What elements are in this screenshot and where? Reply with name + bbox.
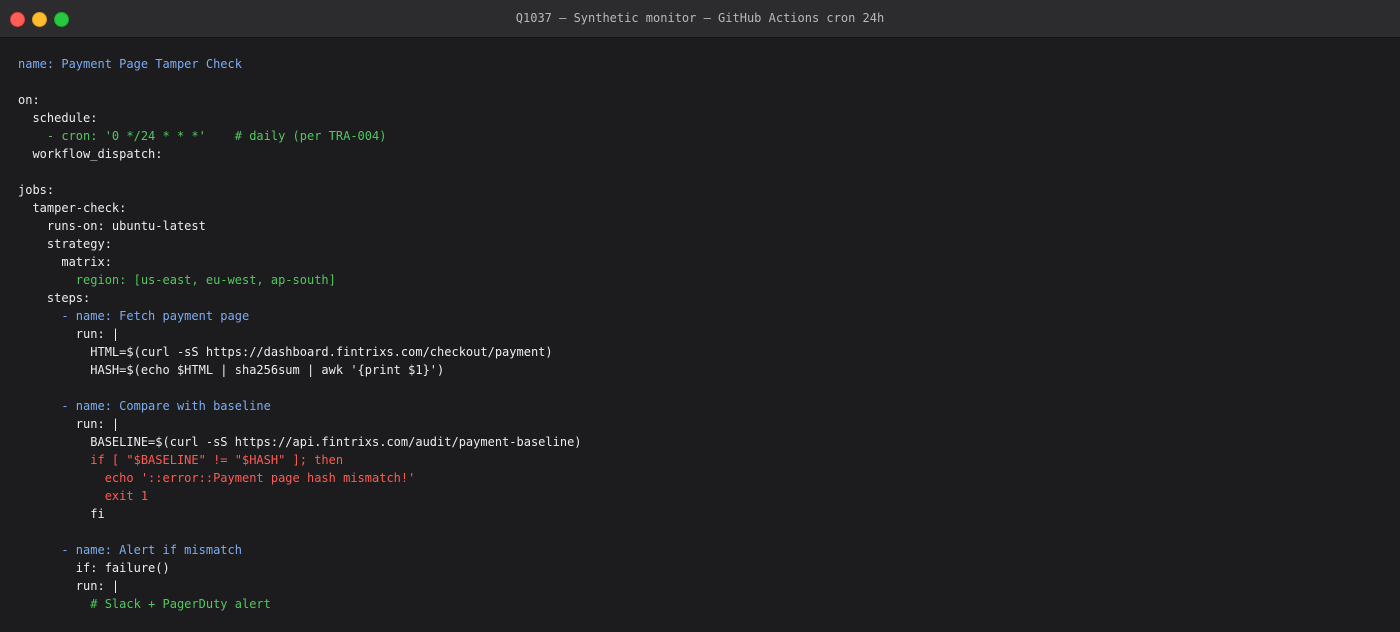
code-line: runs-on: ubuntu-latest xyxy=(18,219,206,233)
code-line: name: Payment Page Tamper Check xyxy=(18,57,242,71)
code-line: if: failure() xyxy=(18,561,170,575)
code-line: run: | xyxy=(18,579,120,593)
code-line: echo '::error::Payment page hash mismatc… xyxy=(18,471,416,485)
code-line: run: | xyxy=(18,327,120,341)
code-view[interactable]: name: Payment Page Tamper Check on: sched… xyxy=(0,38,1400,632)
code-line: workflow_dispatch: xyxy=(18,147,163,161)
code-line: exit 1 xyxy=(18,489,149,503)
code-line: region: [us-east, eu-west, ap-south] xyxy=(18,273,336,287)
code-line: - name: Fetch payment page xyxy=(18,309,250,323)
title-bar[interactable]: Q1037 — Synthetic monitor — GitHub Actio… xyxy=(0,0,1400,38)
code-line: schedule: xyxy=(18,111,98,125)
code-line: strategy: xyxy=(18,237,112,251)
code-line: # Slack + PagerDuty alert xyxy=(18,597,271,611)
code-line: fi xyxy=(18,507,105,521)
code-line: tamper-check: xyxy=(18,201,127,215)
code-line: run: | xyxy=(18,417,120,431)
code-line: on: xyxy=(18,93,40,107)
code-line: - name: Alert if mismatch xyxy=(18,543,242,557)
code-line: jobs: xyxy=(18,183,55,197)
code-line: - cron: '0 */24 * * *' # daily (per TRA-… xyxy=(18,129,387,143)
code-line: if [ "$BASELINE" != "$HASH" ]; then xyxy=(18,453,344,467)
code-line: matrix: xyxy=(18,255,112,269)
terminal-window: Q1037 — Synthetic monitor — GitHub Actio… xyxy=(0,0,1400,632)
code-line: HASH=$(echo $HTML | sha256sum | awk '{pr… xyxy=(18,363,445,377)
code-line: HTML=$(curl -sS https://dashboard.fintri… xyxy=(18,345,553,359)
code-line: - name: Compare with baseline xyxy=(18,399,271,413)
code-line: BASELINE=$(curl -sS https://api.fintrixs… xyxy=(18,435,582,449)
code-line: steps: xyxy=(18,291,91,305)
window-title: Q1037 — Synthetic monitor — GitHub Actio… xyxy=(515,11,885,25)
